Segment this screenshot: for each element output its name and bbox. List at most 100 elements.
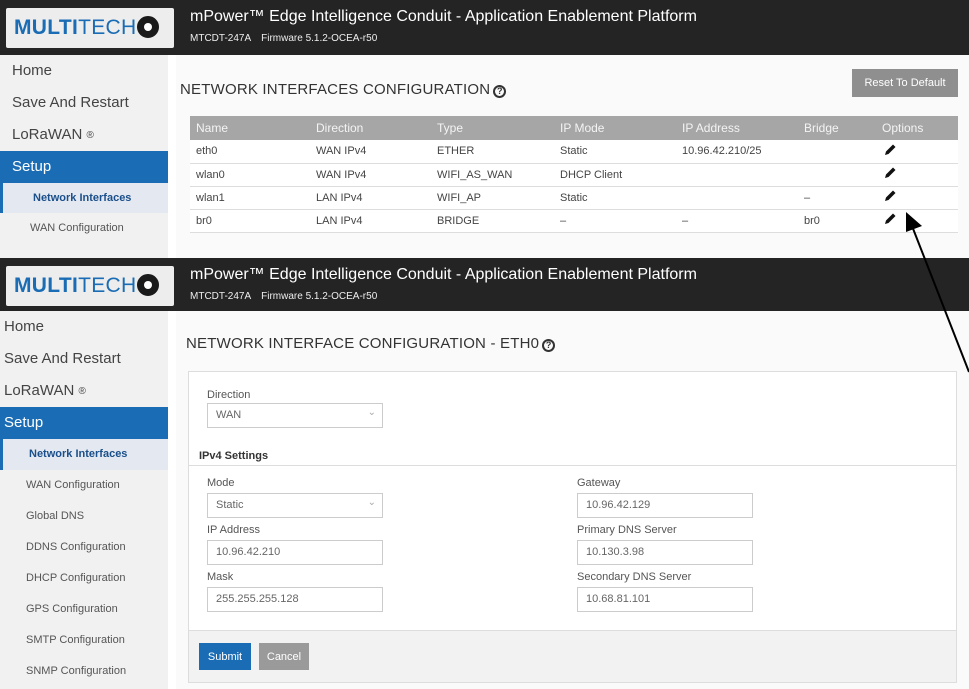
- cancel-button[interactable]: Cancel: [259, 643, 309, 670]
- cell-direction: LAN IPv4: [310, 186, 431, 210]
- main-content: NETWORK INTERFACES CONFIGURATION? Reset …: [176, 55, 969, 258]
- col-type: Type: [431, 116, 554, 140]
- device-info: MTCDT-247A Firmware 5.1.2-OCEA-r50: [190, 33, 377, 44]
- nav-lorawan-label: LoRaWAN: [12, 126, 83, 143]
- gateway-input[interactable]: 10.96.42.129: [577, 493, 753, 518]
- cell-ip-address: [676, 186, 798, 210]
- primary-dns-input[interactable]: 10.130.3.98: [577, 540, 753, 565]
- pencil-icon[interactable]: [882, 165, 898, 181]
- col-ip-mode: IP Mode: [554, 116, 676, 140]
- table-row: br0 LAN IPv4 BRIDGE – – br0: [190, 209, 958, 233]
- cell-options: [876, 186, 958, 210]
- cell-ip-address: 10.96.42.210/25: [676, 140, 798, 164]
- table-row: eth0 WAN IPv4 ETHER Static 10.96.42.210/…: [190, 140, 958, 164]
- registered-mark: ®: [78, 386, 86, 397]
- device-model: MTCDT-247A: [190, 33, 252, 44]
- nav-wan-configuration[interactable]: WAN Configuration: [0, 470, 168, 501]
- gateway-label: Gateway: [577, 477, 621, 489]
- cell-direction: LAN IPv4: [310, 209, 431, 233]
- nav-save-and-restart[interactable]: Save And Restart: [0, 87, 168, 119]
- cell-type: WIFI_AS_WAN: [431, 163, 554, 187]
- nav-dhcp-configuration[interactable]: DHCP Configuration: [0, 563, 168, 594]
- ipv4-settings-heading: IPv4 Settings: [199, 450, 269, 462]
- sidebar: Home Save And Restart LoRaWAN ® Setup Ne…: [0, 311, 168, 689]
- nav-wan-configuration[interactable]: WAN Configuration: [0, 213, 168, 243]
- nav-snmp-configuration[interactable]: SNMP Configuration: [0, 656, 168, 687]
- col-name: Name: [190, 116, 310, 140]
- cell-ip-mode: Static: [554, 140, 676, 164]
- cell-ip-mode: Static: [554, 186, 676, 210]
- col-options: Options: [876, 116, 958, 140]
- secondary-dns-label: Secondary DNS Server: [577, 571, 692, 583]
- nav-setup[interactable]: Setup: [0, 407, 168, 439]
- col-bridge: Bridge: [798, 116, 876, 140]
- main-content: NETWORK INTERFACE CONFIGURATION - ETH0? …: [176, 311, 969, 689]
- logo-o-icon: [137, 274, 160, 296]
- cell-bridge: [798, 140, 876, 164]
- firmware-version: Firmware 5.1.2-OCEA-r50: [261, 33, 378, 44]
- cell-name: wlan0: [190, 163, 310, 187]
- nav-ddns-configuration[interactable]: DDNS Configuration: [0, 532, 168, 563]
- secondary-dns-input[interactable]: 10.68.81.101: [577, 587, 753, 612]
- mode-select[interactable]: Static: [207, 491, 383, 518]
- cell-options: [876, 140, 958, 164]
- direction-label: Direction: [207, 389, 251, 401]
- app-header: MULTITECH mPower™ Edge Intelligence Cond…: [0, 258, 969, 311]
- interfaces-table: Name Direction Type IP Mode IP Address B…: [190, 116, 958, 233]
- nav-setup[interactable]: Setup: [0, 151, 168, 183]
- cell-ip-address: –: [676, 209, 798, 233]
- page-title: NETWORK INTERFACES CONFIGURATION?: [180, 81, 507, 98]
- mode-label: Mode: [207, 477, 235, 489]
- cell-bridge: br0: [798, 209, 876, 233]
- cell-direction: WAN IPv4: [310, 163, 431, 187]
- nav-network-interfaces[interactable]: Network Interfaces: [0, 183, 168, 213]
- nav-smtp-configuration[interactable]: SMTP Configuration: [0, 625, 168, 656]
- reset-to-default-button[interactable]: Reset To Default: [852, 69, 958, 97]
- direction-select[interactable]: WAN: [207, 401, 383, 428]
- pencil-icon[interactable]: [882, 211, 898, 227]
- cell-name: eth0: [190, 140, 310, 164]
- nav-home[interactable]: Home: [0, 55, 168, 87]
- nav-lorawan[interactable]: LoRaWAN ®: [0, 119, 168, 151]
- cell-type: ETHER: [431, 140, 554, 164]
- registered-mark: ®: [86, 130, 94, 141]
- cell-ip-address: [676, 163, 798, 187]
- help-circle-icon[interactable]: ?: [493, 85, 507, 98]
- cell-bridge: –: [798, 186, 876, 210]
- cell-type: WIFI_AP: [431, 186, 554, 210]
- col-ip-address: IP Address: [676, 116, 798, 140]
- eth0-form: Direction WAN IPv4 Settings Mode Static …: [188, 371, 957, 683]
- device-info: MTCDT-247A Firmware 5.1.2-OCEA-r50: [190, 291, 377, 302]
- nav-home[interactable]: Home: [0, 311, 168, 343]
- ip-address-input[interactable]: 10.96.42.210: [207, 540, 383, 565]
- nav-lorawan[interactable]: LoRaWAN ®: [0, 375, 168, 407]
- nav-gps-configuration[interactable]: GPS Configuration: [0, 594, 168, 625]
- app-title: mPower™ Edge Intelligence Conduit - Appl…: [190, 266, 697, 283]
- cell-options: [876, 209, 958, 233]
- sidebar: Home Save And Restart LoRaWAN ® Setup Ne…: [0, 55, 168, 258]
- nav-save-and-restart[interactable]: Save And Restart: [0, 343, 168, 375]
- help-circle-icon[interactable]: ?: [542, 339, 556, 352]
- nav-global-dns[interactable]: Global DNS: [0, 501, 168, 532]
- cell-direction: WAN IPv4: [310, 140, 431, 164]
- pencil-icon[interactable]: [882, 142, 898, 158]
- primary-dns-label: Primary DNS Server: [577, 524, 677, 536]
- firmware-version: Firmware 5.1.2-OCEA-r50: [261, 291, 378, 302]
- cell-bridge: [798, 163, 876, 187]
- multitech-logo: MULTITECH: [6, 8, 174, 48]
- cell-name: wlan1: [190, 186, 310, 210]
- table-header-row: Name Direction Type IP Mode IP Address B…: [190, 116, 958, 140]
- submit-button[interactable]: Submit: [199, 643, 251, 670]
- table-row: wlan0 WAN IPv4 WIFI_AS_WAN DHCP Client: [190, 163, 958, 187]
- nav-network-interfaces[interactable]: Network Interfaces: [0, 439, 168, 470]
- mask-input[interactable]: 255.255.255.128: [207, 587, 383, 612]
- section-divider: [189, 465, 956, 466]
- app-header: MULTITECH mPower™ Edge Intelligence Cond…: [0, 0, 969, 55]
- cell-ip-mode: DHCP Client: [554, 163, 676, 187]
- eth0-configuration-screenshot: MULTITECH mPower™ Edge Intelligence Cond…: [0, 258, 969, 689]
- page-title: NETWORK INTERFACE CONFIGURATION - ETH0?: [186, 335, 556, 352]
- col-direction: Direction: [310, 116, 431, 140]
- cell-type: BRIDGE: [431, 209, 554, 233]
- pencil-icon[interactable]: [882, 188, 898, 204]
- device-model: MTCDT-247A: [190, 291, 252, 302]
